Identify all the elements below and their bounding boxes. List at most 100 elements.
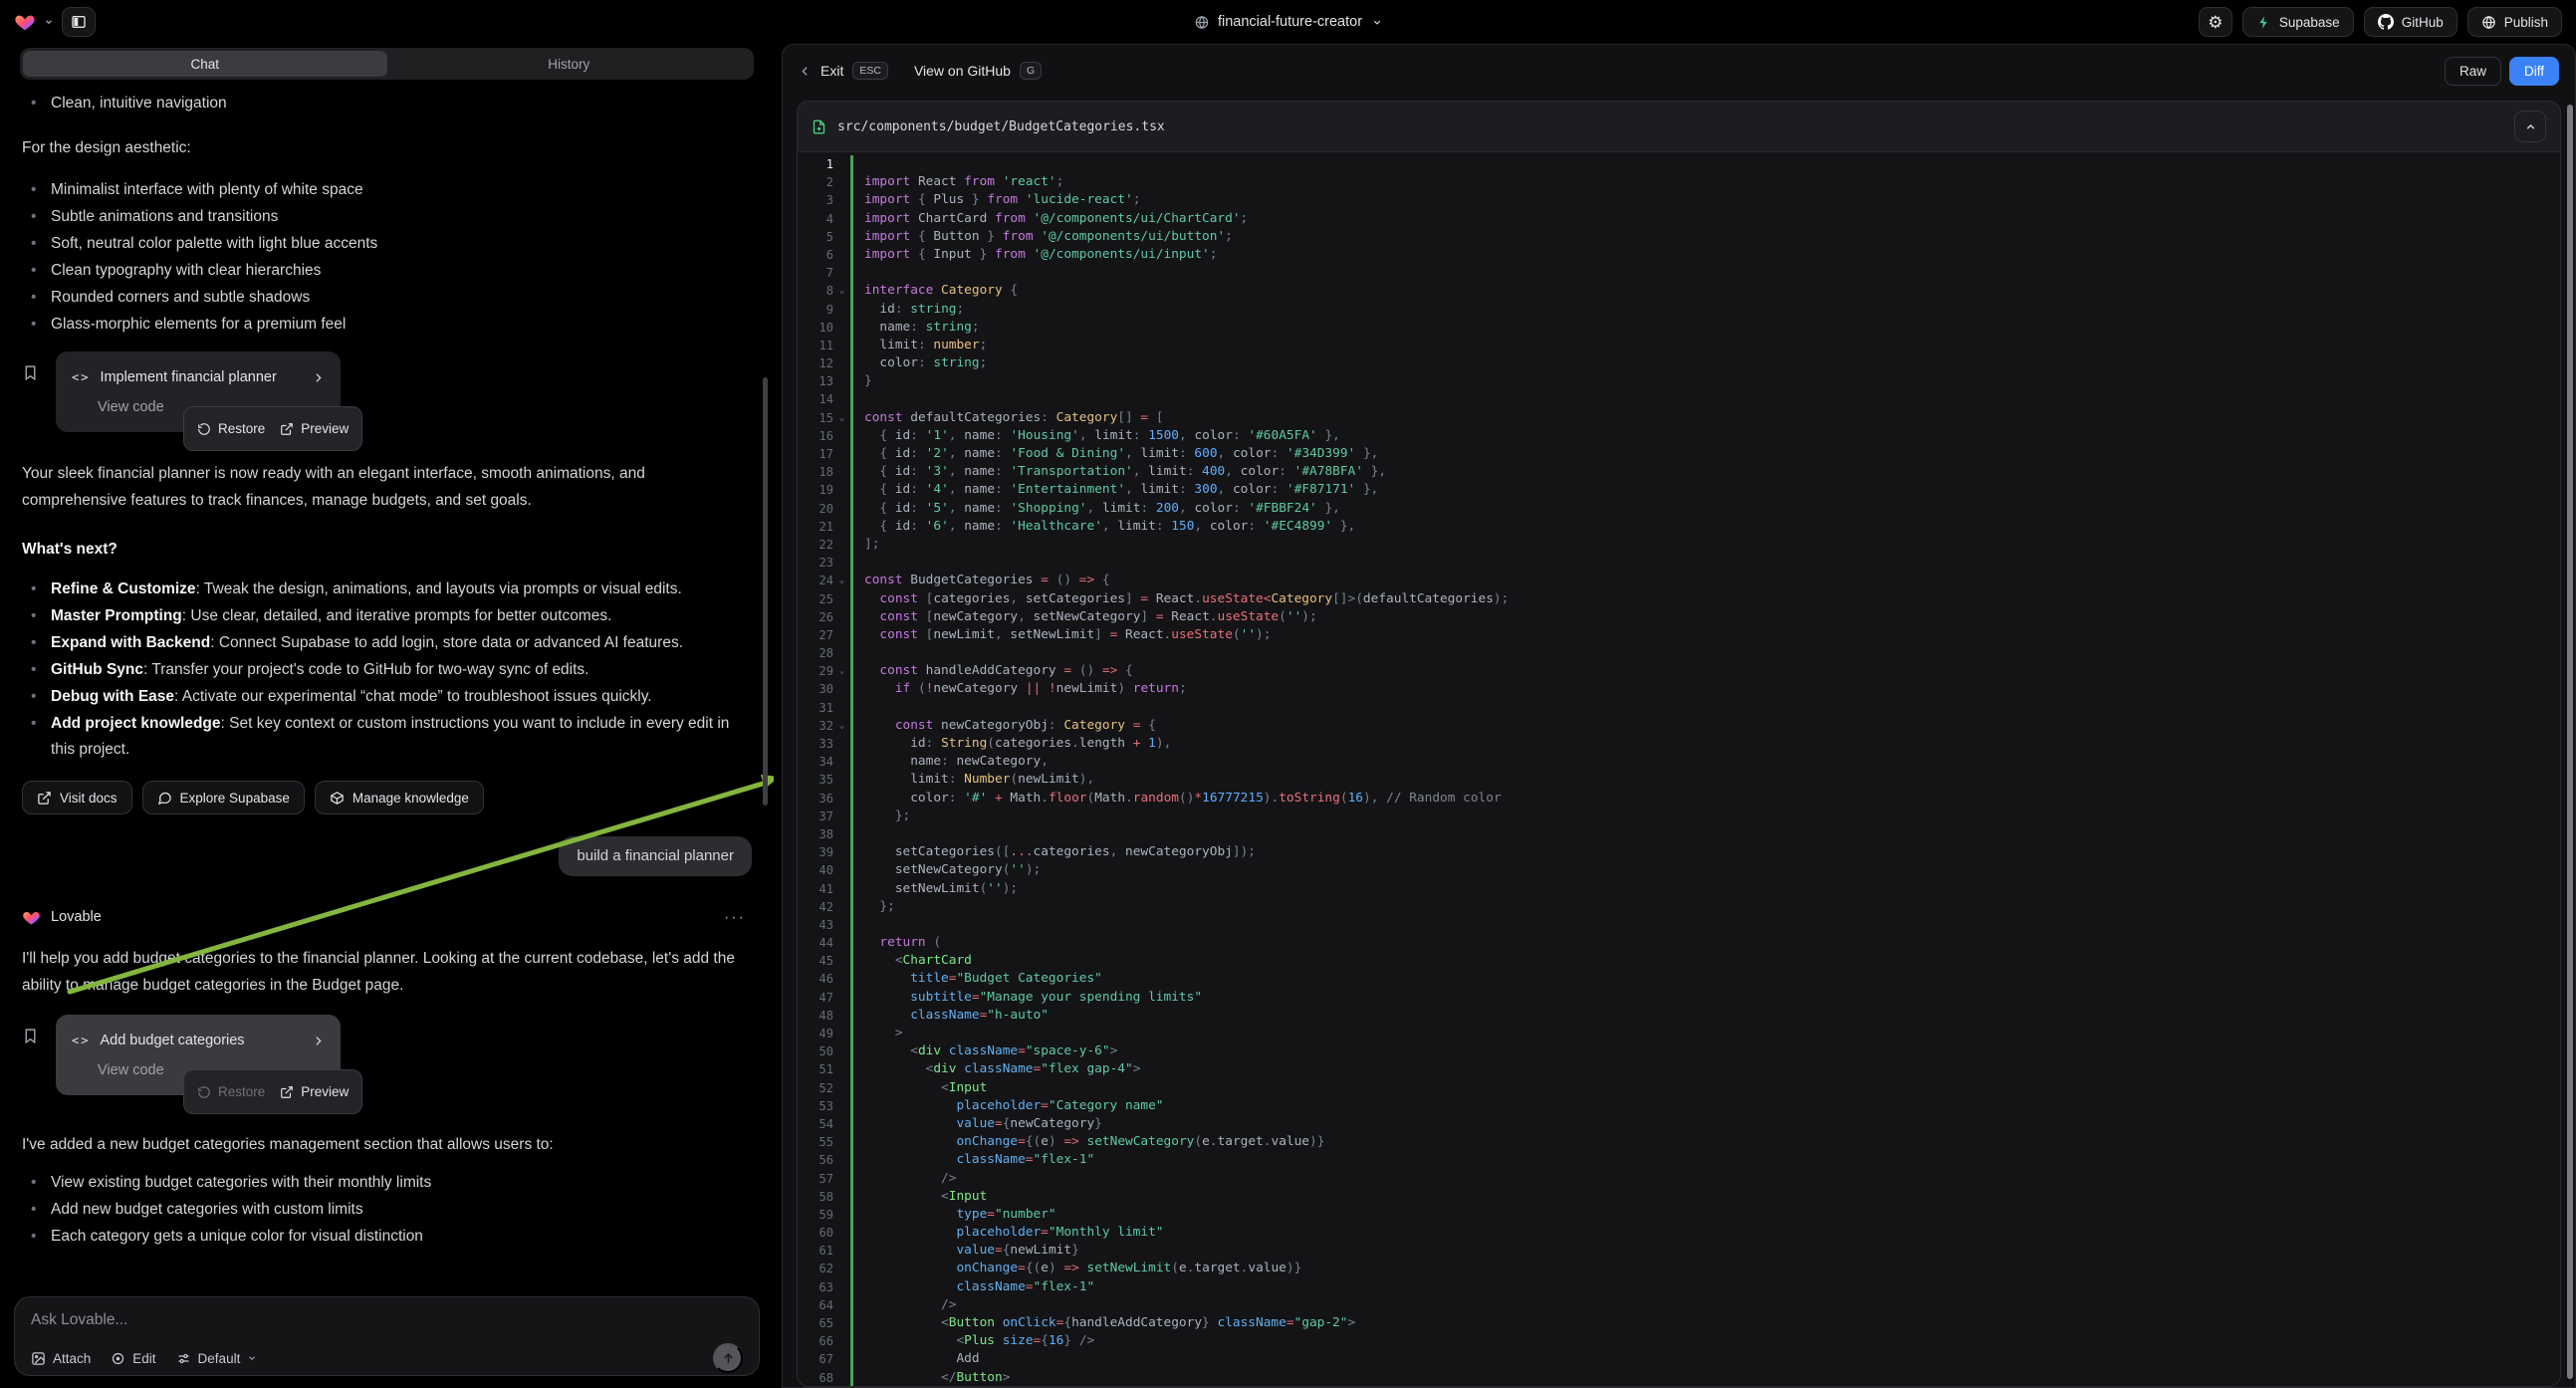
target-icon: [111, 1351, 125, 1366]
version-card-row: <> Add budget categories View code Resto…: [22, 1015, 752, 1095]
sidebar-toggle-button[interactable]: [62, 7, 96, 37]
code-text: { id: '1', name: 'Housing', limit: 1500,…: [864, 427, 2560, 445]
fold-gutter: [833, 626, 850, 644]
fold-chevron-icon[interactable]: ⌄: [833, 717, 850, 735]
exit-button[interactable]: Exit ESC: [799, 62, 888, 80]
code-line: 23: [798, 554, 2560, 572]
explore-supabase-button[interactable]: Explore Supabase: [142, 781, 305, 814]
collapse-file-button[interactable]: [2514, 111, 2546, 142]
diff-added-bar: [850, 771, 853, 789]
fold-chevron-icon[interactable]: ⌄: [833, 409, 850, 427]
view-on-github-button[interactable]: View on GitHub G: [914, 62, 1042, 80]
message-menu-button[interactable]: ···: [724, 904, 746, 931]
code-text: />: [864, 1170, 2560, 1188]
design-aesthetic-heading: For the design aesthetic:: [22, 134, 752, 161]
code-text: Add: [864, 1350, 2560, 1368]
fold-chevron-icon[interactable]: ⌄: [833, 572, 850, 589]
design-bullet-list: Minimalist interface with plenty of whit…: [22, 177, 752, 338]
list-item: Clean, intuitive navigation: [22, 91, 752, 116]
visit-docs-button[interactable]: Visit docs: [22, 781, 132, 814]
restore-button[interactable]: Restore: [197, 415, 265, 442]
edit-button[interactable]: Edit: [111, 1351, 155, 1366]
line-number: 60: [798, 1224, 833, 1242]
line-number: 20: [798, 500, 833, 518]
code-text: [864, 699, 2560, 717]
chat-message-list[interactable]: Clean, intuitive navigation For the desi…: [0, 80, 774, 1290]
fold-gutter: [833, 861, 850, 879]
diff-added-bar: [850, 301, 853, 319]
fold-chevron-icon[interactable]: ⌄: [833, 662, 850, 680]
line-number: 5: [798, 228, 833, 246]
code-text: [864, 390, 2560, 408]
file-header[interactable]: src/components/budget/BudgetCategories.t…: [798, 102, 2560, 152]
manage-knowledge-button[interactable]: Manage knowledge: [315, 781, 484, 814]
project-switcher[interactable]: financial-future-creator: [1194, 14, 1382, 30]
line-number: 11: [798, 337, 833, 354]
diff-added-bar: [850, 1133, 853, 1151]
settings-button[interactable]: ⚙: [2199, 7, 2232, 37]
attach-button[interactable]: Attach: [31, 1351, 91, 1366]
list-item: Subtle animations and transitions: [22, 204, 752, 230]
line-number: 12: [798, 354, 833, 372]
diff-added-bar: [850, 1350, 853, 1368]
fold-gutter: [833, 191, 850, 209]
chevron-down-icon: [247, 1353, 257, 1363]
code-editor[interactable]: 12import React from 'react';3import { Pl…: [798, 152, 2560, 1386]
user-message-bubble: build a financial planner: [559, 836, 752, 876]
publish-button[interactable]: Publish: [2467, 7, 2562, 37]
lovable-logo-icon[interactable]: [14, 11, 36, 33]
code-line: 35 limit: Number(newLimit),: [798, 771, 2560, 789]
file-diff-card: src/components/budget/BudgetCategories.t…: [797, 101, 2561, 1387]
diff-added-bar: [850, 463, 853, 481]
chevron-right-icon: [312, 1035, 325, 1047]
workspace-chevron-down-icon[interactable]: [44, 17, 54, 27]
code-line: 38: [798, 825, 2560, 843]
restore-icon: [197, 422, 211, 436]
code-line: 46 title="Budget Categories": [798, 970, 2560, 988]
diff-added-bar: [850, 662, 853, 680]
line-number: 41: [798, 880, 833, 898]
restore-button[interactable]: Restore: [197, 1078, 265, 1105]
diff-added-bar: [850, 445, 853, 463]
supabase-button[interactable]: Supabase: [2242, 7, 2354, 37]
composer-placeholder[interactable]: Ask Lovable...: [31, 1310, 743, 1330]
code-scrollbar-thumb[interactable]: [2567, 105, 2573, 1379]
diff-added-bar: [850, 680, 853, 698]
github-button[interactable]: GitHub: [2364, 7, 2458, 37]
fold-gutter: [833, 463, 850, 481]
composer[interactable]: Ask Lovable... Attach Edit: [14, 1296, 760, 1376]
raw-button[interactable]: Raw: [2445, 57, 2501, 86]
fold-gutter: [833, 699, 850, 717]
code-line: 5import { Button } from '@/components/ui…: [798, 228, 2560, 246]
code-line: 7: [798, 264, 2560, 282]
bookmark-icon[interactable]: [22, 363, 39, 382]
line-number: 28: [798, 644, 833, 662]
mode-label: Default: [198, 1351, 241, 1366]
fold-gutter: [833, 427, 850, 445]
code-line: 52 <Input: [798, 1079, 2560, 1097]
preview-button[interactable]: Preview: [280, 1078, 349, 1105]
line-number: 53: [798, 1097, 833, 1115]
fold-gutter: [833, 843, 850, 861]
code-text: const [newCategory, setNewCategory] = Re…: [864, 608, 2560, 626]
fold-gutter: [833, 934, 850, 952]
send-button[interactable]: [713, 1343, 743, 1373]
line-number: 31: [798, 699, 833, 717]
diff-added-bar: [850, 354, 853, 372]
mode-selector[interactable]: Default: [176, 1351, 258, 1366]
code-line: 2import React from 'react';: [798, 173, 2560, 191]
code-line: 34 name: newCategory,: [798, 753, 2560, 771]
fold-chevron-icon[interactable]: ⌄: [833, 282, 850, 300]
tab-history[interactable]: History: [387, 51, 752, 77]
line-number: 49: [798, 1025, 833, 1042]
tab-chat[interactable]: Chat: [23, 51, 387, 77]
version-card-add-budget-categories[interactable]: <> Add budget categories View code Resto…: [56, 1015, 341, 1095]
version-card-implement-financial-planner[interactable]: <> Implement financial planner View code: [56, 351, 341, 432]
diff-button[interactable]: Diff: [2509, 57, 2559, 86]
bookmark-icon[interactable]: [22, 1027, 39, 1045]
chat-scrollbar-thumb[interactable]: [763, 377, 768, 806]
diff-added-bar: [850, 1079, 853, 1097]
code-line: 11 limit: number;: [798, 337, 2560, 354]
preview-button[interactable]: Preview: [280, 415, 349, 442]
line-number: 33: [798, 735, 833, 753]
